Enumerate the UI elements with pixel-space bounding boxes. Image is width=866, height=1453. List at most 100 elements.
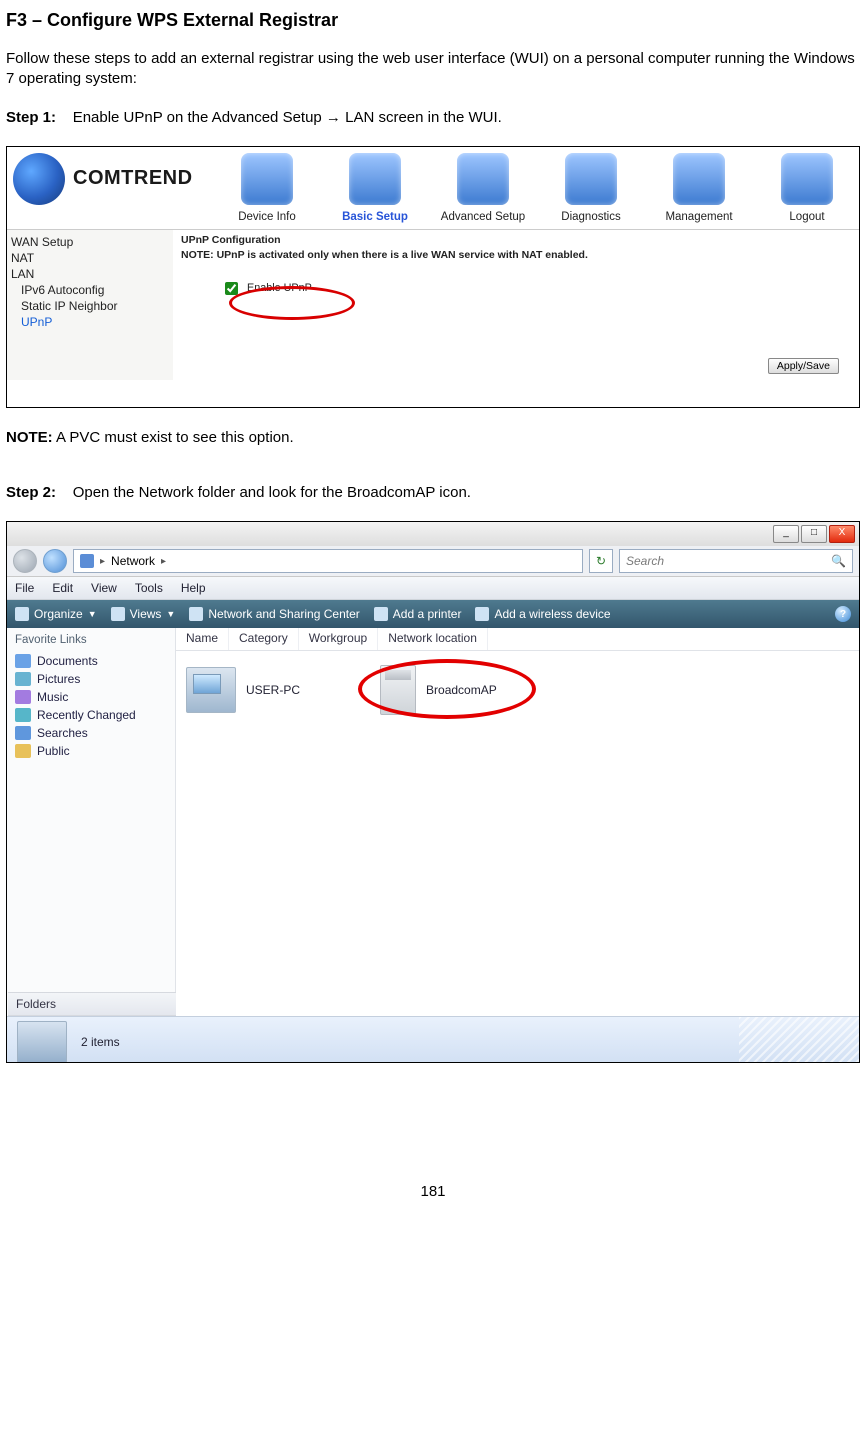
chevron-right-icon: ▸ — [100, 556, 105, 567]
address-text: Network — [111, 554, 155, 568]
item-label: USER-PC — [246, 683, 300, 697]
fav-music[interactable]: Music — [11, 688, 171, 706]
column-headers: Name Category Workgroup Network location — [176, 628, 859, 651]
col-category[interactable]: Category — [229, 628, 299, 650]
upnp-note: NOTE: UPnP is activated only when there … — [181, 249, 851, 261]
management-icon — [673, 153, 725, 205]
window-titlebar: _ □ X — [7, 522, 859, 546]
address-bar[interactable]: ▸ Network ▸ — [73, 549, 583, 573]
fav-label: Pictures — [37, 672, 80, 686]
organize-label: Organize — [34, 607, 83, 621]
side-static-ip-neighbor[interactable]: Static IP Neighbor — [9, 298, 169, 314]
public-icon — [15, 744, 31, 758]
help-button[interactable]: ? — [835, 606, 851, 622]
menu-file[interactable]: File — [15, 581, 34, 595]
wui-header: COMTREND Device Info Basic Setup Advance… — [7, 147, 859, 223]
wui-logo: COMTREND — [13, 153, 193, 205]
maximize-button[interactable]: □ — [801, 525, 827, 543]
note-label: NOTE: — [6, 429, 53, 446]
views-icon — [111, 607, 125, 621]
side-ipv6-autoconfig[interactable]: IPv6 Autoconfig — [9, 282, 169, 298]
close-button[interactable]: X — [829, 525, 855, 543]
col-name[interactable]: Name — [176, 628, 229, 650]
network-items: USER-PC BroadcomAP — [176, 651, 859, 729]
music-icon — [15, 690, 31, 704]
chevron-down-icon: ▼ — [166, 609, 175, 619]
item-broadcomap[interactable]: BroadcomAP — [380, 665, 497, 715]
fav-pictures[interactable]: Pictures — [11, 670, 171, 688]
favorites-list: Documents Pictures Music Recently Change… — [7, 652, 175, 760]
side-nat[interactable]: NAT — [9, 250, 169, 266]
nav-diagnostics[interactable]: Diagnostics — [551, 153, 631, 223]
nav-label: Advanced Setup — [441, 211, 525, 223]
menu-help[interactable]: Help — [181, 581, 206, 595]
side-upnp[interactable]: UPnP — [9, 314, 169, 330]
advanced-setup-icon — [457, 153, 509, 205]
network-icon — [80, 554, 94, 568]
menu-edit[interactable]: Edit — [52, 581, 73, 595]
favorites-title: Favorite Links — [7, 628, 175, 652]
network-sharing-center-button[interactable]: Network and Sharing Center — [189, 607, 359, 621]
col-network-location[interactable]: Network location — [378, 628, 488, 650]
favorites-pane: Favorite Links Documents Pictures Music … — [7, 628, 176, 1016]
add-wireless-device-button[interactable]: Add a wireless device — [475, 607, 610, 621]
upnp-title: UPnP Configuration — [181, 234, 851, 246]
search-placeholder: Search — [626, 554, 664, 568]
add-printer-button[interactable]: Add a printer — [374, 607, 462, 621]
col-workgroup[interactable]: Workgroup — [299, 628, 378, 650]
nsc-label: Network and Sharing Center — [208, 607, 359, 621]
wui-nav-icons: Device Info Basic Setup Advanced Setup D… — [227, 153, 853, 223]
nav-advanced-setup[interactable]: Advanced Setup — [443, 153, 523, 223]
menu-view[interactable]: View — [91, 581, 117, 595]
nsc-icon — [189, 607, 203, 621]
forward-button[interactable] — [43, 549, 67, 573]
menu-tools[interactable]: Tools — [135, 581, 163, 595]
add-printer-label: Add a printer — [393, 607, 462, 621]
address-toolbar: ▸ Network ▸ ↻ Search 🔍 — [7, 546, 859, 577]
views-button[interactable]: Views ▼ — [111, 607, 176, 621]
tool-bar: Organize ▼ Views ▼ Network and Sharing C… — [7, 600, 859, 628]
step-2-label: Step 2: — [6, 484, 56, 501]
add-wireless-label: Add a wireless device — [494, 607, 610, 621]
nav-management[interactable]: Management — [659, 153, 739, 223]
wui-screenshot: COMTREND Device Info Basic Setup Advance… — [6, 146, 860, 408]
fav-recently-changed[interactable]: Recently Changed — [11, 706, 171, 724]
side-wan-setup[interactable]: WAN Setup — [9, 234, 169, 250]
step-2-text: Open the Network folder and look for the… — [73, 484, 471, 501]
item-user-pc[interactable]: USER-PC — [186, 665, 300, 715]
resize-grip-icon[interactable] — [739, 1017, 859, 1063]
computer-icon — [186, 667, 236, 713]
back-button[interactable] — [13, 549, 37, 573]
fav-searches[interactable]: Searches — [11, 724, 171, 742]
device-info-icon — [241, 153, 293, 205]
nav-logout[interactable]: Logout — [767, 153, 847, 223]
fav-public[interactable]: Public — [11, 742, 171, 760]
diagnostics-icon — [565, 153, 617, 205]
highlight-oval — [229, 286, 355, 320]
folders-toggle[interactable]: Folders ^ — [8, 992, 190, 1016]
fav-documents[interactable]: Documents — [11, 652, 171, 670]
chevron-right-icon: ▸ — [161, 556, 166, 567]
fav-label: Recently Changed — [37, 708, 136, 722]
nav-basic-setup[interactable]: Basic Setup — [335, 153, 415, 223]
nav-device-info[interactable]: Device Info — [227, 153, 307, 223]
fav-label: Public — [37, 744, 70, 758]
menu-bar: File Edit View Tools Help — [7, 577, 859, 600]
organize-button[interactable]: Organize ▼ — [15, 607, 97, 621]
logout-icon — [781, 153, 833, 205]
wui-body: WAN Setup NAT LAN IPv6 Autoconfig Static… — [7, 229, 859, 380]
content-pane: Name Category Workgroup Network location… — [176, 628, 859, 1016]
apply-save-button[interactable]: Apply/Save — [768, 358, 839, 374]
step-1-text: Enable UPnP on the Advanced Setup → LAN … — [73, 109, 502, 126]
side-lan[interactable]: LAN — [9, 266, 169, 282]
status-icon — [17, 1021, 67, 1063]
minimize-button[interactable]: _ — [773, 525, 799, 543]
fav-label: Music — [37, 690, 68, 704]
enable-upnp-checkbox[interactable] — [225, 282, 238, 295]
chevron-down-icon: ▼ — [88, 609, 97, 619]
status-text: 2 items — [81, 1035, 120, 1049]
refresh-button[interactable]: ↻ — [589, 549, 613, 573]
wui-sidebar: WAN Setup NAT LAN IPv6 Autoconfig Static… — [7, 230, 173, 380]
search-input[interactable]: Search 🔍 — [619, 549, 853, 573]
wui-main: UPnP Configuration NOTE: UPnP is activat… — [173, 230, 859, 380]
